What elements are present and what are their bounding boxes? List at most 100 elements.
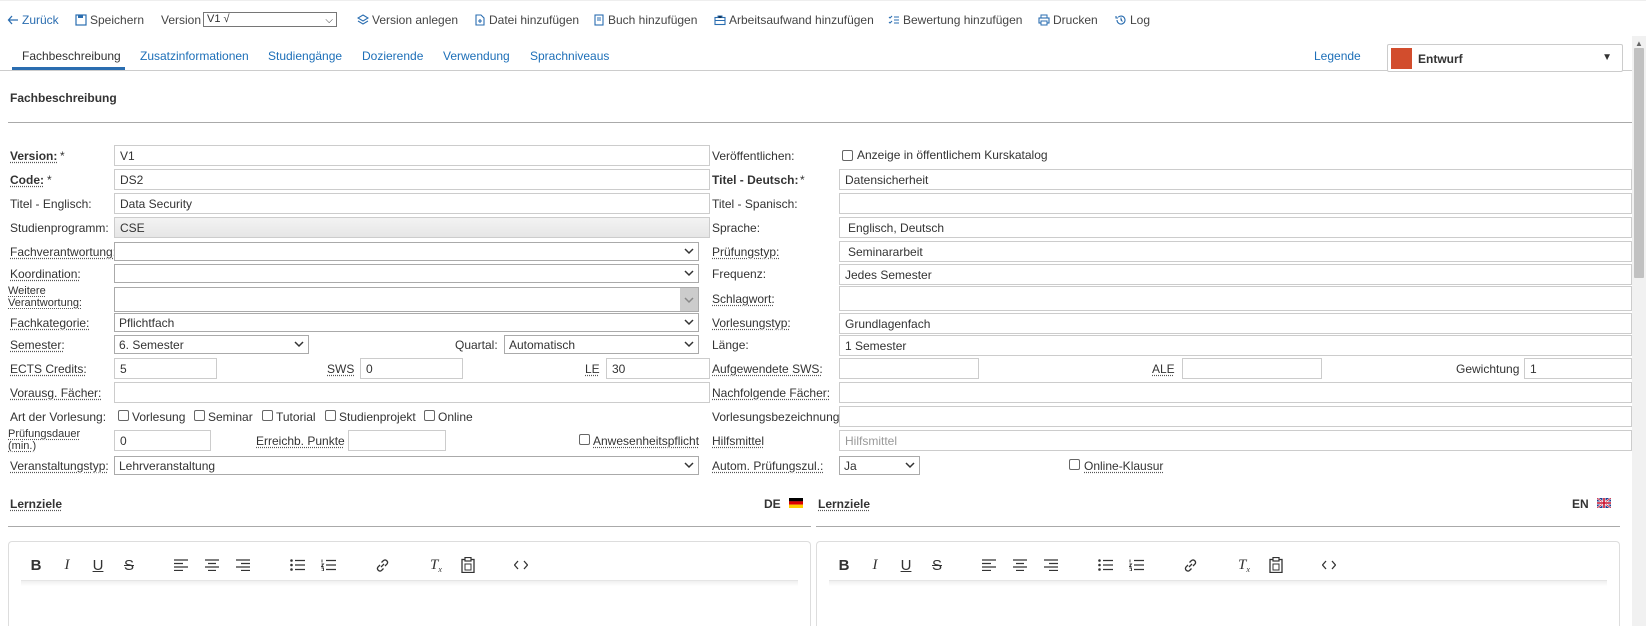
prerequisites-input[interactable] bbox=[114, 382, 710, 403]
legend-link[interactable]: Legende bbox=[1314, 49, 1361, 63]
italic-icon[interactable]: I bbox=[866, 556, 884, 574]
spent-sws-input[interactable] bbox=[839, 358, 979, 379]
bullet-list-icon[interactable] bbox=[1096, 556, 1114, 574]
align-center-icon[interactable] bbox=[1011, 556, 1029, 574]
learning-goals-de-divider bbox=[8, 526, 811, 527]
add-workload-button[interactable]: Arbeitsaufwand hinzufügen bbox=[714, 13, 874, 27]
checkbox-publish[interactable] bbox=[842, 150, 853, 161]
numbered-list-icon[interactable] bbox=[319, 556, 337, 574]
ale-input[interactable] bbox=[1182, 358, 1322, 379]
code-input[interactable]: DS2 bbox=[114, 169, 710, 190]
language-select[interactable]: Englisch, Deutsch bbox=[839, 217, 1632, 238]
exam-type-select[interactable]: Seminararbeit bbox=[839, 241, 1632, 262]
sws-input[interactable]: 0 bbox=[360, 358, 463, 379]
keyword-input[interactable] bbox=[839, 286, 1632, 311]
version-field-label: Version: bbox=[10, 149, 58, 163]
learning-goals-de-editor[interactable]: B I U S Tx bbox=[8, 541, 811, 626]
add-file-button[interactable]: Datei hinzufügen bbox=[474, 13, 579, 27]
bold-icon[interactable]: B bbox=[27, 556, 45, 574]
bold-icon[interactable]: B bbox=[835, 556, 853, 574]
category-select[interactable]: Pflichtfach bbox=[114, 313, 699, 332]
title-es-input[interactable] bbox=[839, 193, 1632, 214]
auto-exam-select[interactable]: Ja bbox=[839, 456, 920, 475]
code-icon[interactable] bbox=[1320, 556, 1338, 574]
title-en-input[interactable]: Data Security bbox=[114, 193, 710, 214]
clear-format-icon[interactable]: Tx bbox=[1235, 556, 1253, 574]
version-select-value: V1 √ bbox=[207, 13, 230, 25]
code-icon[interactable] bbox=[512, 556, 530, 574]
checkbox-online[interactable] bbox=[424, 410, 435, 421]
tab-zusatzinformationen[interactable]: Zusatzinformationen bbox=[140, 49, 249, 63]
paste-icon[interactable] bbox=[1267, 556, 1285, 574]
add-book-button[interactable]: Buch hinzufügen bbox=[593, 13, 697, 27]
create-version-button[interactable]: Version anlegen bbox=[357, 13, 458, 27]
align-right-icon[interactable] bbox=[234, 556, 252, 574]
learning-goals-en-editor[interactable]: B I U S Tx bbox=[816, 541, 1620, 626]
semester-select[interactable]: 6. Semester bbox=[114, 335, 309, 354]
print-label: Drucken bbox=[1053, 13, 1098, 27]
responsibility-select[interactable] bbox=[114, 242, 699, 261]
align-left-icon[interactable] bbox=[980, 556, 998, 574]
version-input[interactable]: V1 bbox=[114, 145, 710, 166]
back-button[interactable]: Zurück bbox=[7, 13, 59, 27]
checkbox-tutorial[interactable] bbox=[262, 410, 273, 421]
align-left-icon[interactable] bbox=[172, 556, 190, 574]
required-marker: * bbox=[60, 149, 65, 163]
checkbox-online-exam[interactable] bbox=[1069, 459, 1080, 470]
further-responsibility-select[interactable] bbox=[114, 287, 699, 312]
underline-icon[interactable]: U bbox=[89, 556, 107, 574]
ects-input[interactable]: 5 bbox=[114, 358, 217, 379]
paste-icon[interactable] bbox=[459, 556, 477, 574]
strikethrough-icon[interactable]: S bbox=[120, 556, 138, 574]
title-de-input[interactable]: Datensicherheit bbox=[839, 169, 1632, 190]
further-responsibility-label: Weitere Verantwortung: bbox=[8, 285, 82, 309]
lecture-type-select[interactable]: Grundlagenfach bbox=[839, 313, 1632, 334]
lecture-name-label: Vorlesungsbezeichnung: bbox=[712, 410, 843, 424]
bullet-list-icon[interactable] bbox=[288, 556, 306, 574]
checkbox-studienprojekt[interactable] bbox=[325, 410, 336, 421]
underline-icon[interactable]: U bbox=[897, 556, 915, 574]
clear-format-icon[interactable]: Tx bbox=[427, 556, 445, 574]
italic-icon[interactable]: I bbox=[58, 556, 76, 574]
log-button[interactable]: Log bbox=[1115, 13, 1150, 27]
frequency-select[interactable]: Jedes Semester bbox=[839, 264, 1632, 285]
checkbox-attendance[interactable] bbox=[579, 434, 590, 445]
save-label: Speichern bbox=[90, 13, 145, 27]
tab-studiengaenge[interactable]: Studiengänge bbox=[268, 49, 342, 63]
quarter-value: Automatisch bbox=[509, 338, 576, 352]
tab-dozierende[interactable]: Dozierende bbox=[362, 49, 423, 63]
align-right-icon[interactable] bbox=[1042, 556, 1060, 574]
checkbox-vorlesung[interactable] bbox=[118, 410, 129, 421]
strikethrough-icon[interactable]: S bbox=[928, 556, 946, 574]
version-select[interactable]: V1 √ ⌵ bbox=[203, 12, 337, 27]
length-label: Länge: bbox=[712, 338, 749, 352]
lecture-type-label: Vorlesungstyp: bbox=[712, 316, 791, 330]
lecture-name-input[interactable] bbox=[839, 406, 1632, 427]
quarter-select[interactable]: Automatisch bbox=[504, 335, 699, 354]
following-input[interactable] bbox=[839, 382, 1632, 403]
coordination-select[interactable] bbox=[114, 264, 699, 283]
save-button[interactable]: Speichern bbox=[75, 13, 144, 27]
coordination-label: Koordination: bbox=[10, 267, 81, 281]
numbered-list-icon[interactable] bbox=[1127, 556, 1145, 574]
align-center-icon[interactable] bbox=[203, 556, 221, 574]
tab-verwendung[interactable]: Verwendung bbox=[443, 49, 510, 63]
link-icon[interactable] bbox=[1181, 556, 1199, 574]
editor-toolbar-divider bbox=[829, 580, 1607, 586]
tab-fachbeschreibung[interactable]: Fachbeschreibung bbox=[22, 49, 121, 63]
event-type-select[interactable]: Lehrveranstaltung bbox=[114, 456, 699, 475]
exam-duration-input[interactable]: 0 bbox=[114, 430, 211, 451]
points-input[interactable] bbox=[348, 430, 446, 451]
add-rating-button[interactable]: Bewertung hinzufügen bbox=[888, 13, 1022, 27]
scrollbar-thumb[interactable] bbox=[1634, 48, 1644, 278]
le-input[interactable]: 30 bbox=[606, 358, 710, 379]
weight-input[interactable]: 1 bbox=[1524, 358, 1632, 379]
tab-sprachniveaus[interactable]: Sprachniveaus bbox=[530, 49, 609, 63]
print-button[interactable]: Drucken bbox=[1038, 13, 1098, 27]
scroll-up-icon[interactable]: ▲ bbox=[1635, 39, 1643, 48]
length-select[interactable]: 1 Semester bbox=[839, 335, 1632, 356]
link-icon[interactable] bbox=[373, 556, 391, 574]
status-select[interactable]: Entwurf ▼ bbox=[1387, 44, 1623, 72]
checkbox-seminar[interactable] bbox=[194, 410, 205, 421]
aids-input[interactable]: Hilfsmittel bbox=[839, 430, 1632, 451]
